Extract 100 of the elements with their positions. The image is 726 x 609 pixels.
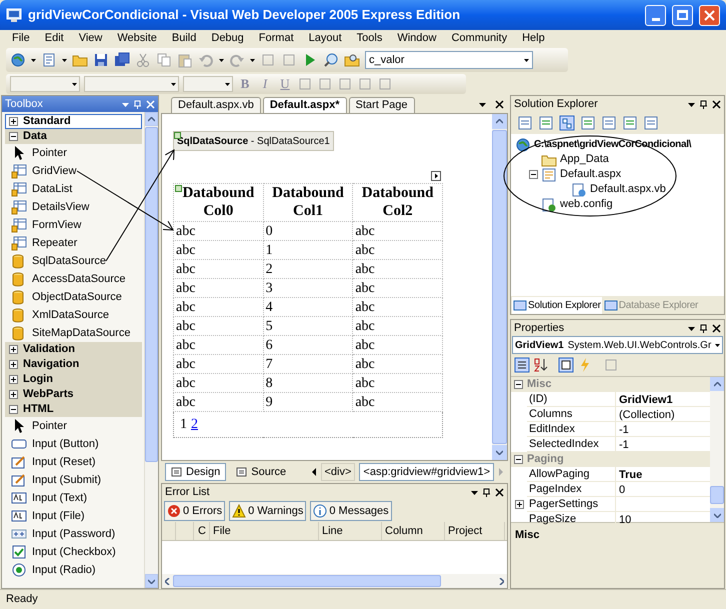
pin-icon[interactable]	[482, 488, 491, 496]
collapse-icon[interactable]	[9, 132, 18, 141]
expand-icon[interactable]	[9, 345, 18, 354]
filter-button[interactable]: 0 Warnings	[229, 501, 306, 521]
toolbox-item[interactable]: Input (Password)	[5, 525, 142, 543]
property-name[interactable]: (ID)	[527, 392, 616, 407]
toolbox-group-header[interactable]: WebParts	[5, 387, 142, 402]
toolbox-item[interactable]: Pointer	[5, 417, 142, 435]
close-icon[interactable]	[495, 488, 504, 496]
toolbox-item[interactable]: GridView	[5, 162, 142, 180]
panel-tab[interactable]: Solution Explorer	[512, 296, 602, 314]
tree-item[interactable]: Default.aspx	[515, 167, 724, 182]
refresh-icon[interactable]	[538, 115, 554, 131]
expand-icon[interactable]	[514, 500, 524, 509]
property-name[interactable]: PageSize	[527, 512, 616, 527]
property-value[interactable]: True	[616, 469, 642, 481]
maximize-button[interactable]	[672, 4, 693, 26]
toolbox-group-header[interactable]: Navigation	[5, 357, 142, 372]
scroll-up-icon[interactable]	[496, 119, 503, 124]
scroll-down-icon[interactable]	[496, 450, 503, 455]
grid-view[interactable]: Databound Col0 Databound Col1 Databound Col2 abc 0 abc abc 1 abc abc 2 abc abc 3 abc abc 4 abc abc 5 abc abc 6 abc abc 7 abc abc 8 abc abc 9 abc 1 2	[173, 183, 443, 438]
menu-item[interactable]: File	[5, 31, 37, 46]
property-name[interactable]: Columns	[527, 407, 616, 422]
menu-item[interactable]: Edit	[38, 31, 71, 46]
toolbox-item[interactable]: Input (Submit)	[5, 471, 142, 489]
collapse-icon[interactable]	[514, 380, 523, 389]
property-name[interactable]: EditIndex	[527, 422, 616, 437]
dropdown-arrow-icon[interactable]	[171, 82, 176, 86]
filter-button[interactable]: 0 Messages	[310, 501, 392, 521]
window-icon[interactable]	[601, 115, 617, 131]
menu-item[interactable]: Debug	[204, 31, 251, 46]
toolbox-item[interactable]: SqlDataSource	[5, 252, 142, 270]
tag-breadcrumb[interactable]: <div>	[320, 463, 356, 481]
toolbox-group-header[interactable]: Data	[5, 129, 142, 144]
toolbox-item[interactable]: FormView	[5, 216, 142, 234]
menu-item[interactable]: View	[72, 31, 110, 46]
paste-icon[interactable]	[177, 52, 193, 68]
scroll-right-icon[interactable]	[499, 578, 504, 584]
expand-icon[interactable]	[9, 390, 18, 399]
property-name[interactable]: PagerSettings	[527, 497, 616, 512]
menu-item[interactable]: Tools	[350, 31, 390, 46]
property-value[interactable]: -1	[616, 439, 629, 451]
expand-icon[interactable]	[9, 375, 18, 384]
close-icon[interactable]	[712, 100, 721, 108]
toolbox-item[interactable]: XmlDataSource	[5, 306, 142, 324]
toolbox-item[interactable]: Input (Button)	[5, 435, 142, 453]
dropdown-arrow-icon[interactable]	[715, 344, 720, 346]
scroll-up-icon[interactable]	[148, 116, 155, 122]
object-selector[interactable]: GridView1 System.Web.UI.WebControls.Gr	[512, 336, 723, 354]
nest-icon[interactable]	[559, 115, 575, 131]
toolbox-group-header[interactable]: Standard	[5, 114, 142, 129]
toolbox-item[interactable]: Input (Checkbox)	[5, 543, 142, 561]
menu-item[interactable]: Help	[515, 31, 552, 46]
configuration-icon[interactable]	[643, 115, 659, 131]
dropdown-arrow-icon[interactable]	[250, 58, 255, 62]
toolbox-item[interactable]: Input (Radio)	[5, 561, 142, 579]
scrollbar-thumb[interactable]	[710, 486, 724, 504]
toolbox-item[interactable]: ObjectDataSource	[5, 288, 142, 306]
toolbox-item[interactable]: Pointer	[5, 144, 142, 162]
collapse-icon[interactable]	[514, 455, 523, 464]
save-all-icon[interactable]	[114, 52, 130, 68]
toolbox-group-header[interactable]: HTML	[5, 402, 142, 417]
categorized-icon[interactable]	[514, 357, 530, 373]
menu-item[interactable]: Layout	[302, 31, 349, 46]
menu-item[interactable]: Format	[252, 31, 301, 46]
menu-item[interactable]: Website	[110, 31, 164, 46]
cut-icon[interactable]	[135, 52, 151, 68]
smart-tag-icon[interactable]	[431, 171, 441, 181]
scrollbar[interactable]	[710, 377, 724, 522]
document-tab[interactable]: Start Page	[348, 97, 415, 113]
property-name[interactable]: PageIndex	[527, 482, 616, 497]
collapse-icon[interactable]	[9, 405, 18, 414]
dropdown-arrow-icon[interactable]	[219, 58, 224, 62]
globe-icon[interactable]	[10, 52, 26, 68]
page-icon[interactable]	[41, 52, 57, 68]
dropdown-arrow-icon[interactable]	[478, 100, 487, 109]
scroll-down-icon[interactable]	[148, 578, 155, 584]
view-tab[interactable]: Design	[165, 463, 226, 481]
menu-item[interactable]: Community	[444, 31, 514, 46]
column-header[interactable]: C	[194, 522, 210, 540]
dropdown-arrow-icon[interactable]	[524, 58, 529, 62]
column-header[interactable]: File	[210, 522, 319, 540]
toolbox-group-header[interactable]: Login	[5, 372, 142, 387]
property-value[interactable]: 10	[616, 514, 632, 526]
scroll-up-icon[interactable]	[714, 382, 720, 386]
copy-icon[interactable]	[156, 52, 172, 68]
property-value[interactable]: -1	[616, 424, 629, 436]
properties-icon[interactable]	[558, 357, 574, 373]
toolbox-item[interactable]: AccessDataSource	[5, 270, 142, 288]
page-link[interactable]: 2	[191, 417, 198, 432]
scroll-left-icon[interactable]	[310, 468, 316, 476]
close-icon[interactable]	[495, 100, 504, 109]
filter-button[interactable]: 0 Errors	[164, 501, 226, 521]
scrollbar-thumb[interactable]	[173, 575, 441, 587]
view-tab[interactable]: Source	[230, 463, 292, 481]
dropdown-arrow-icon[interactable]	[72, 82, 77, 86]
find-combo-box[interactable]: c_valor	[365, 51, 533, 69]
toolbox-item[interactable]: DetailsView	[5, 198, 142, 216]
document-tab[interactable]: Default.aspx.vb	[171, 97, 261, 113]
minimize-button[interactable]	[645, 4, 666, 26]
